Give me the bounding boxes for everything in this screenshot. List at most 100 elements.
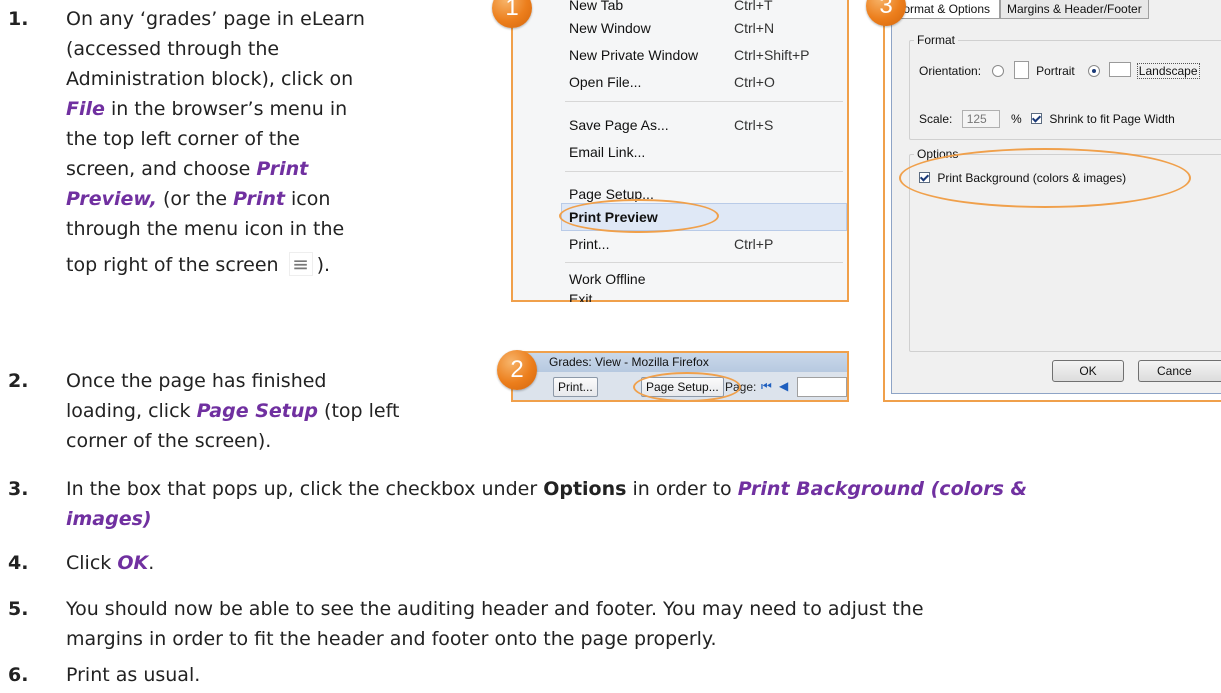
highlight-circle (559, 199, 719, 233)
cancel-button[interactable]: Cance (1138, 360, 1221, 382)
menu-item-label: Exit (569, 291, 593, 302)
step-text-line: File in the browser’s menu in (66, 94, 486, 124)
file-emphasis: File (66, 98, 105, 120)
step-text-line: loading, click Page Setup (top left (66, 396, 486, 426)
page-setup-dialog-screenshot: Format & Options Margins & Header/Footer… (883, 0, 1221, 402)
menu-item-print[interactable]: Print... Ctrl+P (569, 233, 839, 255)
step-number: 4. (8, 552, 29, 574)
step-text-fragment: screen, and choose (66, 158, 251, 180)
step-number: 2. (8, 370, 29, 392)
step-text-fragment: in order to (632, 478, 732, 500)
menu-item-label: Email Link... (569, 144, 646, 160)
menu-item-work-offline[interactable]: Work Offline (569, 268, 839, 290)
window-title: Grades: View - Mozilla Firefox (513, 353, 847, 372)
tab-format-options[interactable]: Format & Options (890, 0, 1000, 19)
percent-label: % (1011, 112, 1022, 126)
print-background-emphasis: Print Background (colors & (737, 478, 1028, 500)
page-number-input[interactable] (797, 377, 847, 397)
step-text-fragment: (top left (324, 400, 400, 422)
options-emphasis: Options (543, 478, 627, 500)
ok-button[interactable]: OK (1052, 360, 1124, 382)
menu-item-label: New Private Window (569, 47, 699, 63)
menu-item-shortcut: Ctrl+Shift+P (734, 47, 810, 63)
step-text-line: In the box that pops up, click the check… (66, 474, 1216, 504)
step-text-line: top right of the screen ≡). (66, 250, 486, 280)
menu-separator (565, 262, 843, 263)
menu-item-new-private-window[interactable]: New Private Window Ctrl+Shift+P (569, 44, 839, 66)
print-preview-toolbar-screenshot: Grades: View - Mozilla Firefox Print... … (511, 351, 849, 402)
menu-item-shortcut: Ctrl+T (734, 0, 773, 13)
step-text-line: through the menu icon in the (66, 218, 345, 240)
menu-item-exit[interactable]: Exit (569, 288, 839, 302)
step-text-line: the top left corner of the (66, 128, 300, 150)
menu-item-label: Work Offline (569, 271, 646, 287)
step-number: 6. (8, 664, 29, 686)
step-badge-2: 2 (497, 350, 537, 390)
previous-page-icon[interactable]: ◀ (779, 379, 788, 393)
step-text-line: corner of the screen). (66, 430, 272, 452)
landscape-radio[interactable] (1088, 65, 1101, 77)
step-number: 1. (8, 8, 29, 30)
scale-row: Scale: 125 % Shrink to fit Page Width (919, 110, 1175, 128)
portrait-label: Portrait (1036, 64, 1075, 78)
step-text-fragment: top right of the screen (66, 254, 279, 276)
highlight-circle (899, 148, 1191, 208)
shrink-to-fit-label: Shrink to fit Page Width (1049, 112, 1175, 126)
landscape-label: Landscape (1136, 63, 1200, 79)
menu-item-email-link[interactable]: Email Link... (569, 141, 839, 163)
step-text-fragment: icon (291, 188, 331, 210)
highlight-circle (633, 372, 741, 402)
menu-item-label: New Tab (569, 0, 624, 13)
menu-separator (565, 101, 843, 102)
step-text-fragment: . (148, 552, 155, 574)
print-button[interactable]: Print... (553, 377, 598, 397)
landscape-page-icon (1109, 62, 1132, 77)
scale-input[interactable]: 125 (961, 110, 1000, 128)
step-text-line: (accessed through the (66, 38, 280, 60)
orientation-row: Orientation: Portrait Landscape (919, 61, 1200, 79)
step-text-fragment: in the browser’s menu in (110, 98, 348, 120)
tab-margins-header-footer[interactable]: Margins & Header/Footer (1000, 0, 1149, 19)
ok-emphasis: OK (117, 552, 149, 574)
menu-item-shortcut: Ctrl+P (734, 236, 774, 252)
step-text-line: screen, and choose Print (66, 154, 486, 184)
orientation-label: Orientation: (919, 64, 982, 78)
hamburger-menu-icon: ≡ (288, 252, 313, 276)
step-text-fragment: (or the (162, 188, 228, 210)
images-emphasis: images) (66, 508, 152, 530)
first-page-icon[interactable]: ⏮ (761, 379, 772, 394)
menu-item-new-tab[interactable]: New Tab Ctrl+T (569, 0, 839, 16)
step-number: 5. (8, 598, 29, 620)
page-setup-emphasis: Page Setup (196, 400, 318, 422)
menu-item-shortcut: Ctrl+O (734, 74, 775, 90)
format-group-label: Format (914, 33, 959, 47)
print-icon-emphasis: Print (233, 188, 285, 210)
scale-label: Scale: (919, 112, 953, 126)
step-text-line: images) (66, 504, 1216, 534)
menu-item-label: Print... (569, 236, 610, 252)
menu-item-new-window[interactable]: New Window Ctrl+N (569, 17, 839, 39)
step-text-fragment: In the box that pops up, click the check… (66, 478, 538, 500)
step-number: 3. (8, 478, 29, 500)
step-text-line: margins in order to fit the header and f… (66, 628, 717, 650)
portrait-radio[interactable] (992, 65, 1005, 77)
step-text-fragment: loading, click (66, 400, 191, 422)
preview-emphasis: Preview, (66, 188, 157, 210)
step-text-line: You should now be able to see the auditi… (66, 598, 924, 620)
shrink-to-fit-checkbox[interactable] (1031, 113, 1043, 124)
step-text-line: On any ‘grades’ page in eLearn (66, 8, 365, 30)
menu-item-save-page-as[interactable]: Save Page As... Ctrl+S (569, 114, 839, 136)
menu-item-shortcut: Ctrl+S (734, 117, 774, 133)
menu-separator (565, 171, 843, 172)
menu-item-label: New Window (569, 20, 651, 36)
menu-item-label: Open File... (569, 74, 642, 90)
menu-item-shortcut: Ctrl+N (734, 20, 775, 36)
step-text-line: Once the page has finished (66, 370, 327, 392)
step-text-fragment: ). (316, 254, 331, 276)
print-emphasis: Print (256, 158, 309, 180)
portrait-page-icon (1013, 61, 1029, 79)
menu-item-open-file[interactable]: Open File... Ctrl+O (569, 71, 839, 93)
step-text-line: Print as usual. (66, 664, 201, 686)
step-text-line: Administration block), click on (66, 68, 354, 90)
step-text-fragment: Click (66, 552, 112, 574)
